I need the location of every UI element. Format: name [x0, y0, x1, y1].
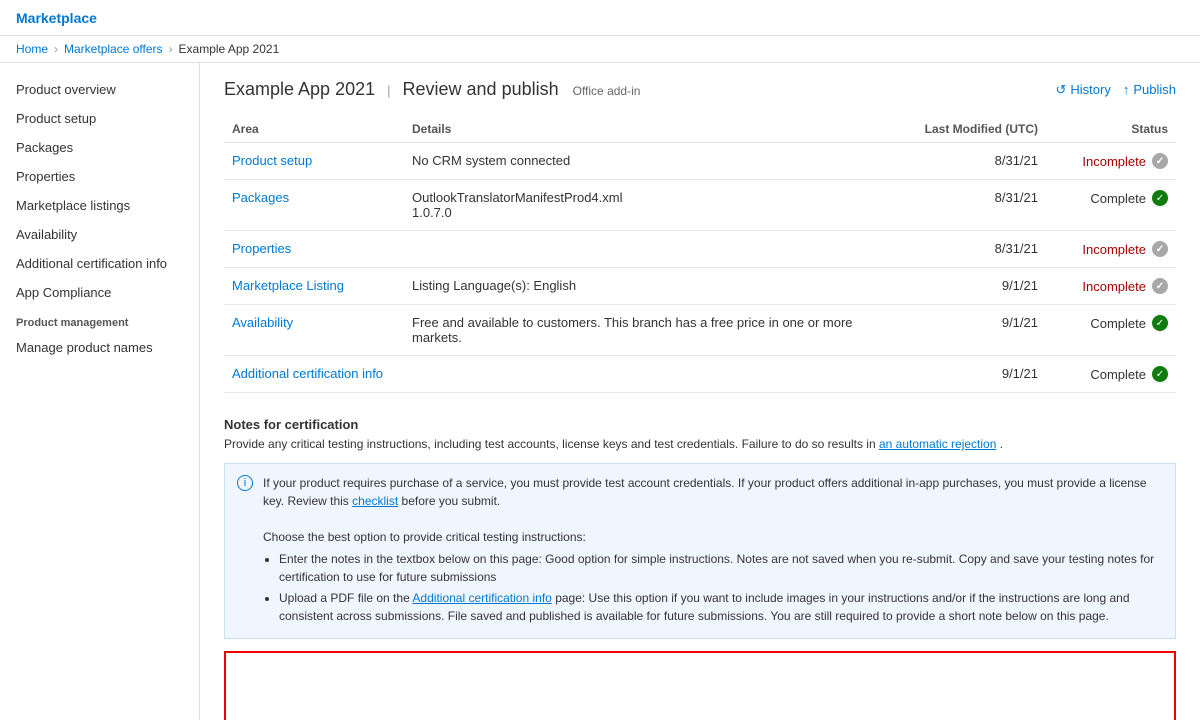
table-cell-details: Listing Language(s): English — [404, 268, 886, 305]
sidebar-item-packages[interactable]: Packages — [0, 133, 199, 162]
table-row: Product setup No CRM system connected8/31… — [224, 143, 1176, 180]
main-content: Example App 2021 | Review and publish Of… — [200, 63, 1200, 720]
complete-icon: ✓ — [1152, 315, 1168, 331]
info-content: If your product requires purchase of a s… — [263, 474, 1163, 628]
table-cell-area: Packages — [224, 180, 404, 231]
table-cell-modified: 8/31/21 — [886, 231, 1046, 268]
area-link-2[interactable]: Properties — [232, 241, 291, 256]
table-cell-modified: 9/1/21 — [886, 268, 1046, 305]
table-row: Properties 8/31/21 Incomplete ✓ — [224, 231, 1176, 268]
status-label: Complete — [1090, 191, 1146, 206]
checklist-link[interactable]: checklist — [352, 494, 398, 508]
table-cell-status: Incomplete ✓ — [1046, 143, 1176, 180]
additional-cert-link[interactable]: Additional certification info — [412, 591, 551, 605]
col-header-area: Area — [224, 116, 404, 143]
table-cell-modified: 9/1/21 — [886, 305, 1046, 356]
table-cell-details — [404, 356, 886, 393]
breadcrumb-sep-2: › — [169, 42, 173, 56]
table-cell-details: OutlookTranslatorManifestProd4.xml1.0.7.… — [404, 180, 886, 231]
col-header-status: Status — [1046, 116, 1176, 143]
top-bar: Marketplace — [0, 0, 1200, 36]
automatic-rejection-link[interactable]: an automatic rejection — [879, 437, 996, 451]
incomplete-icon: ✓ — [1152, 278, 1168, 294]
table-cell-details: No CRM system connected — [404, 143, 886, 180]
breadcrumb-sep-1: › — [54, 42, 58, 56]
breadcrumb: Home › Marketplace offers › Example App … — [16, 42, 1184, 56]
notes-textarea[interactable] — [224, 651, 1176, 720]
sidebar: Product overview Product setup Packages … — [0, 63, 200, 720]
table-cell-area: Marketplace Listing — [224, 268, 404, 305]
table-cell-area: Product setup — [224, 143, 404, 180]
notes-section: Notes for certification Provide any crit… — [224, 417, 1176, 720]
table-row: Packages OutlookTranslatorManifestProd4.x… — [224, 180, 1176, 231]
notes-title: Notes for certification — [224, 417, 1176, 432]
info-icon: i — [237, 475, 253, 491]
col-header-details: Details — [404, 116, 886, 143]
table-cell-modified: 9/1/21 — [886, 356, 1046, 393]
table-cell-area: Additional certification info — [224, 356, 404, 393]
table-row: Availability Free and available to custom… — [224, 305, 1176, 356]
publish-header-button[interactable]: ↑ Publish — [1123, 82, 1176, 97]
sidebar-item-marketplace-listings[interactable]: Marketplace listings — [0, 191, 199, 220]
page-section-title: Review and publish — [403, 79, 559, 100]
col-header-modified: Last Modified (UTC) — [886, 116, 1046, 143]
area-link-3[interactable]: Marketplace Listing — [232, 278, 344, 293]
breadcrumb-offers[interactable]: Marketplace offers — [64, 42, 163, 56]
area-link-1[interactable]: Packages — [232, 190, 289, 205]
notes-desc: Provide any critical testing instruction… — [224, 436, 1176, 453]
area-link-4[interactable]: Availability — [232, 315, 293, 330]
table-cell-area: Availability — [224, 305, 404, 356]
table-row: Additional certification info9/1/21Compl… — [224, 356, 1176, 393]
bullet-2: Upload a PDF file on the Additional cert… — [279, 589, 1163, 625]
incomplete-icon: ✓ — [1152, 153, 1168, 169]
status-label: Incomplete — [1082, 242, 1146, 257]
page-app-name: Example App 2021 — [224, 79, 375, 100]
header-actions: ↺ History ↑ Publish — [1056, 82, 1177, 98]
brand-label: Marketplace — [16, 10, 97, 26]
info-box: i If your product requires purchase of a… — [224, 463, 1176, 639]
table-cell-area: Properties — [224, 231, 404, 268]
history-icon: ↺ — [1056, 82, 1067, 98]
table-cell-details — [404, 231, 886, 268]
publish-icon: ↑ — [1123, 82, 1130, 97]
sidebar-item-app-compliance[interactable]: App Compliance — [0, 278, 199, 307]
table-cell-details: Free and available to customers. This br… — [404, 305, 886, 356]
review-table: Area Details Last Modified (UTC) Status … — [224, 116, 1176, 393]
complete-icon: ✓ — [1152, 190, 1168, 206]
status-label: Complete — [1090, 367, 1146, 382]
table-cell-status: Incomplete ✓ — [1046, 231, 1176, 268]
notes-bullets: Enter the notes in the textbox below on … — [279, 550, 1163, 625]
bullet-1: Enter the notes in the textbox below on … — [279, 550, 1163, 586]
breadcrumb-home[interactable]: Home — [16, 42, 48, 56]
breadcrumb-current: Example App 2021 — [179, 42, 280, 56]
incomplete-icon: ✓ — [1152, 241, 1168, 257]
status-label: Incomplete — [1082, 279, 1146, 294]
table-cell-modified: 8/31/21 — [886, 180, 1046, 231]
table-cell-modified: 8/31/21 — [886, 143, 1046, 180]
sidebar-item-product-setup[interactable]: Product setup — [0, 104, 199, 133]
status-label: Incomplete — [1082, 154, 1146, 169]
area-link-0[interactable]: Product setup — [232, 153, 312, 168]
sidebar-item-manage-product-names[interactable]: Manage product names — [0, 333, 199, 362]
sidebar-item-properties[interactable]: Properties — [0, 162, 199, 191]
page-tag: Office add-in — [573, 84, 641, 98]
page-header: Example App 2021 | Review and publish Of… — [224, 79, 1176, 100]
complete-icon: ✓ — [1152, 366, 1168, 382]
layout: Product overview Product setup Packages … — [0, 63, 1200, 720]
sidebar-section-label: Product management — [0, 307, 199, 333]
table-cell-status: Incomplete ✓ — [1046, 268, 1176, 305]
status-label: Complete — [1090, 316, 1146, 331]
table-cell-status: Complete ✓ — [1046, 180, 1176, 231]
sidebar-item-availability[interactable]: Availability — [0, 220, 199, 249]
table-cell-status: Complete ✓ — [1046, 356, 1176, 393]
history-button[interactable]: ↺ History — [1056, 82, 1111, 98]
table-row: Marketplace Listing Listing Language(s): … — [224, 268, 1176, 305]
table-cell-status: Complete ✓ — [1046, 305, 1176, 356]
page-title-sep: | — [387, 83, 390, 98]
area-link-5[interactable]: Additional certification info — [232, 366, 383, 381]
sidebar-item-product-overview[interactable]: Product overview — [0, 75, 199, 104]
sidebar-item-additional-cert[interactable]: Additional certification info — [0, 249, 199, 278]
